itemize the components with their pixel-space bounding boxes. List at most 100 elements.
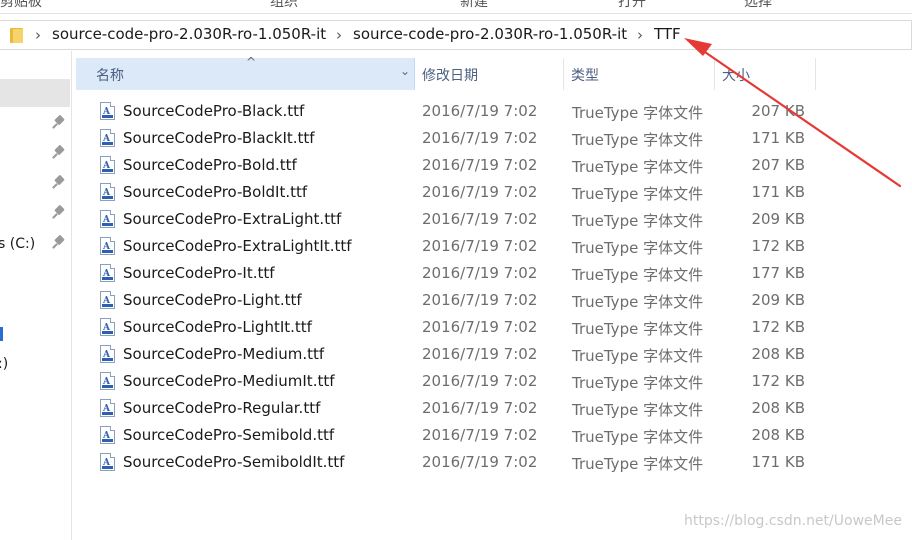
column-header-type-label: 类型: [571, 68, 599, 84]
column-header-name[interactable]: ^ 名称 ⌄: [76, 55, 415, 90]
file-size: 207 KB: [751, 156, 805, 174]
file-type: TrueType 字体文件: [572, 293, 704, 311]
file-row[interactable]: A SourceCodePro-BlackIt.ttf 2016/7/19 7:02…: [0, 125, 912, 152]
file-name: SourceCodePro-Semibold.ttf: [123, 426, 335, 444]
file-date: 2016/7/19 7:02: [422, 129, 538, 147]
truetype-font-file-icon: A: [100, 156, 115, 174]
file-date: 2016/7/19 7:02: [422, 399, 538, 417]
file-name: SourceCodePro-SemiboldIt.ttf: [123, 453, 345, 471]
file-row[interactable]: A SourceCodePro-It.ttf 2016/7/19 7:02 TrueT…: [0, 260, 912, 287]
file-type: TrueType 字体文件: [572, 212, 704, 230]
ribbon-label-organize: 组织: [270, 0, 298, 10]
file-size: 209 KB: [751, 210, 805, 228]
truetype-font-file-icon: A: [100, 372, 115, 390]
ribbon-label-open: 打开: [618, 0, 646, 10]
file-name: SourceCodePro-Medium.ttf: [123, 345, 325, 363]
column-header-size[interactable]: 大小: [716, 58, 816, 90]
file-type: TrueType 字体文件: [572, 104, 704, 122]
file-row[interactable]: A SourceCodePro-Semibold.ttf 2016/7/19 7:0…: [0, 422, 912, 449]
file-name: SourceCodePro-Bold.ttf: [123, 156, 297, 174]
file-size: 208 KB: [751, 399, 805, 417]
file-size: 208 KB: [751, 426, 805, 444]
file-row[interactable]: A SourceCodePro-Medium.ttf 2016/7/19 7:02 T…: [0, 341, 912, 368]
truetype-font-file-icon: A: [100, 210, 115, 228]
column-header-date-label: 修改日期: [422, 68, 478, 84]
file-type: TrueType 字体文件: [572, 185, 704, 203]
file-type: TrueType 字体文件: [572, 320, 704, 338]
column-header-size-label: 大小: [722, 68, 750, 84]
truetype-font-file-icon: A: [100, 237, 115, 255]
file-size: 172 KB: [751, 318, 805, 336]
file-row[interactable]: A SourceCodePro-ExtraLightIt.ttf 2016/7/19…: [0, 233, 912, 260]
file-size: 207 KB: [751, 102, 805, 120]
column-header-date[interactable]: 修改日期: [416, 58, 564, 90]
file-date: 2016/7/19 7:02: [422, 372, 538, 390]
file-row[interactable]: A SourceCodePro-LightIt.ttf 2016/7/19 7:02…: [0, 314, 912, 341]
watermark-text: https://blog.csdn.net/UoweMee: [684, 513, 902, 529]
file-row[interactable]: A SourceCodePro-MediumIt.ttf 2016/7/19 7:0…: [0, 368, 912, 395]
folder-icon: [10, 28, 23, 43]
truetype-font-file-icon: A: [100, 318, 115, 336]
chevron-right-icon[interactable]: ›: [35, 26, 41, 44]
file-name: SourceCodePro-It.ttf: [123, 264, 275, 282]
file-size: 209 KB: [751, 291, 805, 309]
file-type: TrueType 字体文件: [572, 401, 704, 419]
file-date: 2016/7/19 7:02: [422, 426, 538, 444]
file-type: TrueType 字体文件: [572, 158, 704, 176]
truetype-font-file-icon: A: [100, 183, 115, 201]
file-date: 2016/7/19 7:02: [422, 318, 538, 336]
file-row[interactable]: A SourceCodePro-Light.ttf 2016/7/19 7:02 Tr…: [0, 287, 912, 314]
file-row[interactable]: A SourceCodePro-Bold.ttf 2016/7/19 7:02 Tru…: [0, 152, 912, 179]
file-row[interactable]: A SourceCodePro-BoldIt.ttf 2016/7/19 7:02 T…: [0, 179, 912, 206]
ribbon-label-new: 新建: [460, 0, 488, 10]
file-type: TrueType 字体文件: [572, 455, 704, 473]
file-row[interactable]: A SourceCodePro-Black.ttf 2016/7/19 7:02 Tr…: [0, 98, 912, 125]
truetype-font-file-icon: A: [100, 453, 115, 471]
file-size: 172 KB: [751, 372, 805, 390]
truetype-font-file-icon: A: [100, 291, 115, 309]
column-header-type[interactable]: 类型: [565, 58, 715, 90]
file-row[interactable]: A SourceCodePro-SemiboldIt.ttf 2016/7/19 7…: [0, 449, 912, 476]
truetype-font-file-icon: A: [100, 129, 115, 147]
file-size: 171 KB: [751, 183, 805, 201]
file-type: TrueType 字体文件: [572, 266, 704, 284]
file-size: 172 KB: [751, 237, 805, 255]
file-name: SourceCodePro-ExtraLight.ttf: [123, 210, 342, 228]
breadcrumb-item[interactable]: source-code-pro-2.030R-ro-1.050R-it: [353, 25, 627, 43]
ribbon-label-select: 选择: [744, 0, 772, 10]
file-name: SourceCodePro-MediumIt.ttf: [123, 372, 335, 390]
truetype-font-file-icon: A: [100, 399, 115, 417]
file-size: 208 KB: [751, 345, 805, 363]
file-date: 2016/7/19 7:02: [422, 264, 538, 282]
ribbon-group-labels: 剪贴板 组织 新建 打开 选择: [0, 0, 912, 14]
file-name: SourceCodePro-Light.ttf: [123, 291, 302, 309]
file-type: TrueType 字体文件: [572, 131, 704, 149]
chevron-right-icon[interactable]: ›: [336, 26, 342, 44]
file-row[interactable]: A SourceCodePro-Regular.ttf 2016/7/19 7:02…: [0, 395, 912, 422]
ribbon-label-clipboard: 剪贴板: [0, 0, 42, 10]
breadcrumb-item[interactable]: source-code-pro-2.030R-ro-1.050R-it: [52, 25, 326, 43]
file-date: 2016/7/19 7:02: [422, 345, 538, 363]
file-type: TrueType 字体文件: [572, 347, 704, 365]
truetype-font-file-icon: A: [100, 102, 115, 120]
sort-ascending-icon: ^: [246, 55, 257, 69]
truetype-font-file-icon: A: [100, 426, 115, 444]
file-date: 2016/7/19 7:02: [422, 183, 538, 201]
chevron-right-icon[interactable]: ›: [637, 26, 643, 44]
file-size: 171 KB: [751, 453, 805, 471]
file-name: SourceCodePro-LightIt.ttf: [123, 318, 312, 336]
file-date: 2016/7/19 7:02: [422, 102, 538, 120]
address-bar[interactable]: › source-code-pro-2.030R-ro-1.050R-it › …: [0, 20, 912, 50]
file-type: TrueType 字体文件: [572, 428, 704, 446]
file-date: 2016/7/19 7:02: [422, 237, 538, 255]
file-row[interactable]: A SourceCodePro-ExtraLight.ttf 2016/7/19 7…: [0, 206, 912, 233]
file-date: 2016/7/19 7:02: [422, 156, 538, 174]
chevron-down-icon[interactable]: ⌄: [400, 64, 410, 78]
file-name: SourceCodePro-ExtraLightIt.ttf: [123, 237, 352, 255]
file-type: TrueType 字体文件: [572, 374, 704, 392]
file-size: 171 KB: [751, 129, 805, 147]
column-header-name-label: 名称: [96, 68, 124, 84]
breadcrumb-item-current[interactable]: TTF: [654, 25, 681, 43]
file-date: 2016/7/19 7:02: [422, 291, 538, 309]
file-name: SourceCodePro-Black.ttf: [123, 102, 305, 120]
